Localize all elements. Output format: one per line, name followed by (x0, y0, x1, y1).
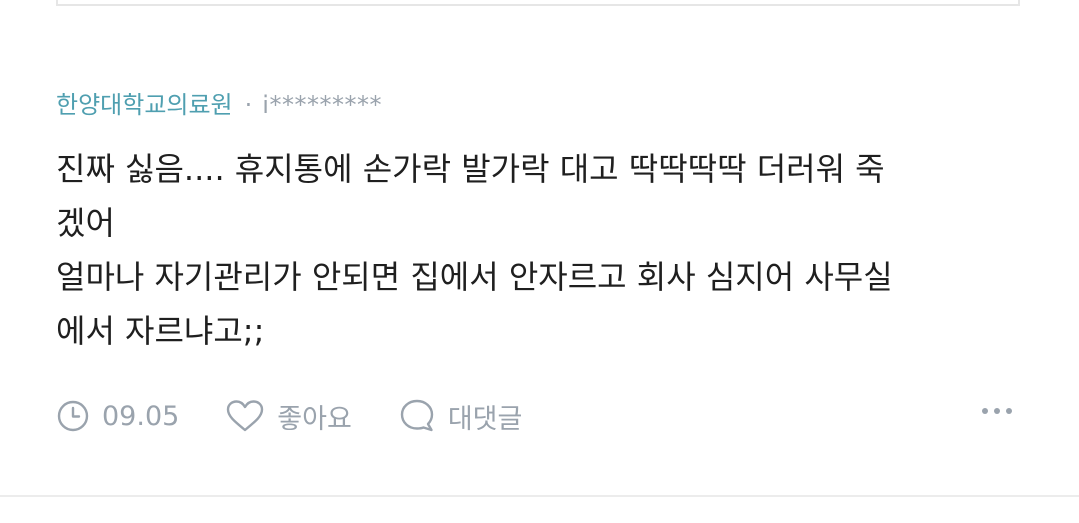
previous-card-edge (56, 0, 1020, 6)
speech-bubble-icon (400, 399, 434, 432)
timestamp: 09.05 (56, 399, 179, 433)
like-button[interactable]: 좋아요 (225, 397, 352, 436)
meta-separator: · (244, 91, 253, 119)
heart-icon (227, 400, 264, 432)
like-label: 좋아요 (277, 403, 352, 435)
clock-icon (57, 400, 89, 432)
reply-label: 대댓글 (447, 403, 523, 435)
more-dots-icon[interactable] (980, 406, 1014, 416)
reply-post: 한양대학교의료원 · i********* 진짜 싫음.... 휴지통에 손가락… (56, 88, 1022, 435)
post-actions: 09.05 좋아요 대댓글 (56, 394, 1022, 438)
post-content: 진짜 싫음.... 휴지통에 손가락 발가락 대고 딱딱딱딱 더러워 죽 겠어 … (56, 150, 893, 350)
post-meta: 한양대학교의료원 · i********* (56, 88, 1022, 122)
user-id: i********* (262, 91, 382, 119)
post-divider (0, 495, 1079, 497)
company-name[interactable]: 한양대학교의료원 (56, 88, 233, 122)
timestamp-text: 09.05 (102, 400, 180, 432)
reply-button[interactable]: 대댓글 (398, 397, 523, 436)
